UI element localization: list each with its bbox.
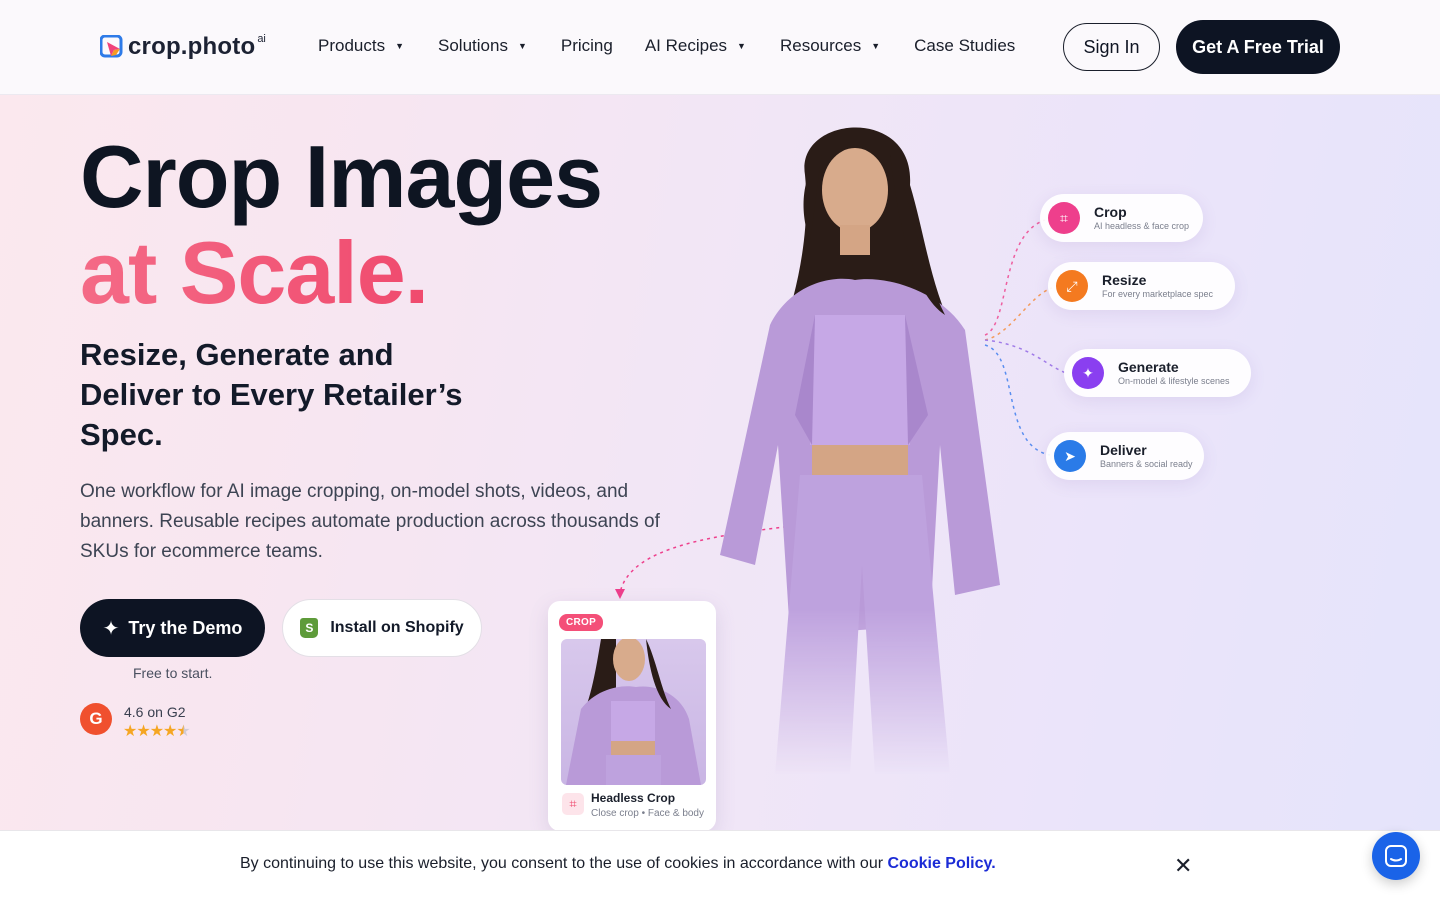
- main-nav: Products ▼ Solutions ▼ Pricing AI Recipe…: [318, 35, 1015, 57]
- feature-chip-deliver: ➤ Deliver Banners & social ready: [1046, 432, 1204, 480]
- chevron-down-icon: ▼: [871, 41, 881, 51]
- nav-case-studies[interactable]: Case Studies: [914, 35, 1015, 57]
- nav-label: Pricing: [560, 36, 613, 55]
- chevron-down-icon: ▼: [517, 41, 527, 51]
- crop-icon: ⌗: [562, 793, 584, 815]
- cookie-message: By continuing to use this website, you c…: [240, 855, 996, 873]
- feature-chip-generate: ✦ Generate On-model & lifestyle scenes: [1064, 349, 1251, 397]
- feature-title: Generate: [1118, 358, 1179, 375]
- free-trial-button[interactable]: Get A Free Trial: [1176, 20, 1340, 74]
- feature-title: Resize: [1102, 271, 1147, 288]
- chevron-down-icon: ▼: [737, 41, 746, 51]
- logo-superscript: ai: [257, 33, 266, 45]
- hero-section: Crop Images at Scale. Resize, Generate a…: [0, 95, 1440, 830]
- logo-text: crop.photo: [128, 33, 256, 60]
- feature-title: Crop: [1094, 203, 1127, 220]
- send-icon: ➤: [1054, 440, 1086, 472]
- feature-caption: For every marketplace spec: [1102, 288, 1214, 299]
- nav-label: Solutions: [438, 36, 508, 55]
- logo-icon: [100, 35, 123, 58]
- crop-card-title: Headless Crop: [591, 791, 676, 805]
- sign-in-button[interactable]: Sign In: [1063, 23, 1160, 71]
- feature-chip-resize: ⤢ Resize For every marketplace spec: [1048, 262, 1235, 310]
- cookie-banner: By continuing to use this website, you c…: [0, 830, 1440, 900]
- nav-solutions[interactable]: Solutions ▼: [438, 35, 527, 57]
- feature-caption: Banners & social ready: [1100, 458, 1193, 469]
- model-photo: [720, 127, 1000, 775]
- feature-caption: AI headless & face crop: [1094, 220, 1190, 231]
- logo[interactable]: crop.photo ai: [100, 33, 266, 61]
- cropped-model-image: [566, 639, 701, 785]
- nav-label: Case Studies: [914, 36, 1016, 55]
- cropped-photo: [561, 639, 706, 785]
- site-header: crop.photo ai Products ▼ Solutions ▼ Pri…: [0, 0, 1440, 95]
- feature-title: Deliver: [1100, 441, 1147, 458]
- feature-chip-crop: ⌗ Crop AI headless & face crop: [1040, 194, 1203, 242]
- feature-caption: On-model & lifestyle scenes: [1118, 375, 1230, 386]
- nav-products[interactable]: Products ▼: [318, 35, 404, 57]
- crop-tag: CROP: [559, 614, 604, 631]
- nav-label: Products: [318, 36, 386, 55]
- crop-card-caption: Close crop • Face & body: [591, 808, 704, 819]
- cookie-text: By continuing to use this website, you c…: [240, 855, 884, 872]
- sparkle-icon: ✦: [1072, 357, 1104, 389]
- nav-label: Resources: [779, 36, 862, 55]
- chat-icon: [1385, 845, 1407, 867]
- resize-icon: ⤢: [1056, 270, 1088, 302]
- crop-icon: ⌗: [1048, 202, 1080, 234]
- nav-label: AI Recipes: [644, 36, 728, 55]
- crop-preview-card: CROP ⌗ Headless Crop Close crop • Face &…: [548, 601, 716, 830]
- cookie-policy-link[interactable]: Cookie Policy.: [888, 855, 996, 872]
- nav-ai-recipes[interactable]: AI Recipes ▼: [645, 35, 746, 57]
- chevron-down-icon: ▼: [395, 41, 405, 51]
- chat-launcher-button[interactable]: [1372, 832, 1420, 880]
- nav-resources[interactable]: Resources ▼: [780, 35, 880, 57]
- close-icon[interactable]: ✕: [1174, 853, 1192, 879]
- nav-pricing[interactable]: Pricing: [561, 35, 613, 57]
